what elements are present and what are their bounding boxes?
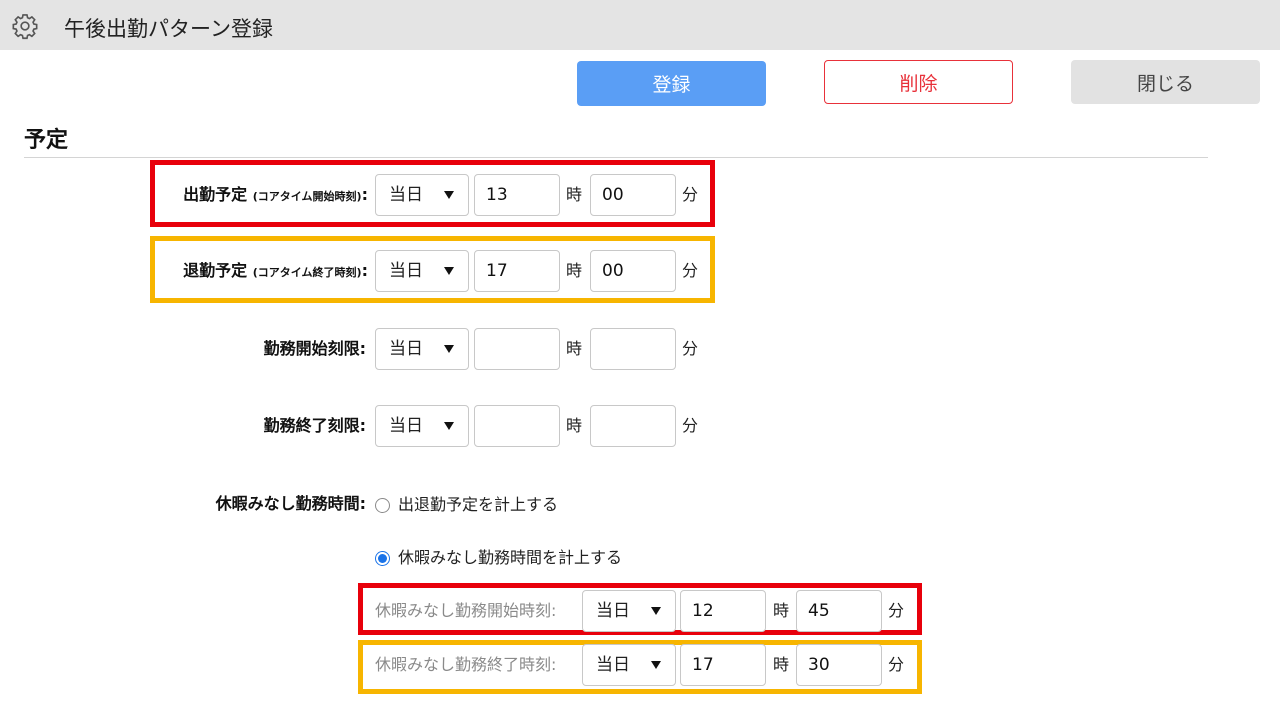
- day-select[interactable]: 当日: [582, 590, 676, 632]
- minute-unit: 分: [682, 339, 699, 358]
- minute-input[interactable]: [590, 328, 676, 370]
- hour-unit: 時: [566, 339, 583, 358]
- radio-label: 出退勤予定を計上する: [398, 495, 559, 514]
- day-select[interactable]: 当日: [375, 174, 469, 216]
- field-label: 勤務終了刻限:: [263, 416, 366, 435]
- caret-down-icon: [444, 422, 454, 430]
- minute-unit: 分: [682, 416, 699, 435]
- hour-input[interactable]: [474, 328, 560, 370]
- section-divider: [24, 157, 1208, 158]
- minute-input[interactable]: 00: [590, 250, 676, 292]
- gear-icon: [12, 14, 38, 40]
- minute-unit: 分: [682, 185, 699, 204]
- title-bar: 午後出勤パターン登録: [0, 0, 1280, 50]
- day-select[interactable]: 当日: [375, 250, 469, 292]
- caret-down-icon: [444, 191, 454, 199]
- form-row-leave-start: 休暇みなし勤務開始時刻: 当日 12 時 45 分: [0, 590, 1280, 634]
- radio-option-leave-time[interactable]: 休暇みなし勤務時間を計上する: [375, 546, 675, 570]
- minute-input[interactable]: 45: [796, 590, 882, 632]
- form-row-work-start-limit: 勤務開始刻限: 当日 時 分: [0, 328, 1280, 372]
- hour-unit: 時: [566, 185, 583, 204]
- hour-input[interactable]: 13: [474, 174, 560, 216]
- hour-input[interactable]: 17: [680, 644, 766, 686]
- radio-button[interactable]: [375, 498, 390, 513]
- leave-end-label: 休暇みなし勤務終了時刻:: [375, 655, 557, 674]
- hour-input[interactable]: 17: [474, 250, 560, 292]
- form-row-leave-end: 休暇みなし勤務終了時刻: 当日 17 時 30 分: [0, 644, 1280, 688]
- field-label: 退勤予定 (コアタイム終了時刻):: [183, 261, 368, 280]
- leave-start-label: 休暇みなし勤務開始時刻:: [375, 601, 557, 620]
- minute-input[interactable]: 30: [796, 644, 882, 686]
- minute-unit: 分: [888, 655, 905, 674]
- close-button[interactable]: 閉じる: [1071, 60, 1260, 104]
- form-row-start-schedule: 出勤予定 (コアタイム開始時刻): 当日 13 時 00 分: [0, 174, 1280, 218]
- day-select[interactable]: 当日: [375, 328, 469, 370]
- section-title: 予定: [24, 128, 69, 153]
- register-button[interactable]: 登録: [577, 61, 766, 106]
- form-row-end-schedule: 退勤予定 (コアタイム終了時刻): 当日 17 時 00 分: [0, 250, 1280, 294]
- minute-unit: 分: [682, 261, 699, 280]
- caret-down-icon: [651, 661, 661, 669]
- hour-unit: 時: [773, 655, 790, 674]
- hour-unit: 時: [566, 261, 583, 280]
- leave-field-label: 休暇みなし勤務時間:: [215, 494, 366, 513]
- hour-unit: 時: [773, 601, 790, 620]
- field-label: 出勤予定 (コアタイム開始時刻):: [183, 185, 368, 204]
- caret-down-icon: [444, 267, 454, 275]
- leave-label-wrap: 休暇みなし勤務時間:: [0, 483, 366, 525]
- minute-unit: 分: [888, 601, 905, 620]
- caret-down-icon: [444, 345, 454, 353]
- radio-option-schedule[interactable]: 出退勤予定を計上する: [375, 493, 635, 517]
- caret-down-icon: [651, 607, 661, 615]
- radio-label: 休暇みなし勤務時間を計上する: [398, 548, 623, 567]
- form-row-work-end-limit: 勤務終了刻限: 当日 時 分: [0, 405, 1280, 449]
- delete-button[interactable]: 削除: [824, 60, 1013, 104]
- day-select[interactable]: 当日: [375, 405, 469, 447]
- minute-input[interactable]: 00: [590, 174, 676, 216]
- day-select[interactable]: 当日: [582, 644, 676, 686]
- field-label: 勤務開始刻限:: [263, 339, 366, 358]
- hour-unit: 時: [566, 416, 583, 435]
- minute-input[interactable]: [590, 405, 676, 447]
- page-title: 午後出勤パターン登録: [64, 17, 273, 41]
- hour-input[interactable]: 12: [680, 590, 766, 632]
- hour-input[interactable]: [474, 405, 560, 447]
- radio-button-checked[interactable]: [375, 551, 390, 566]
